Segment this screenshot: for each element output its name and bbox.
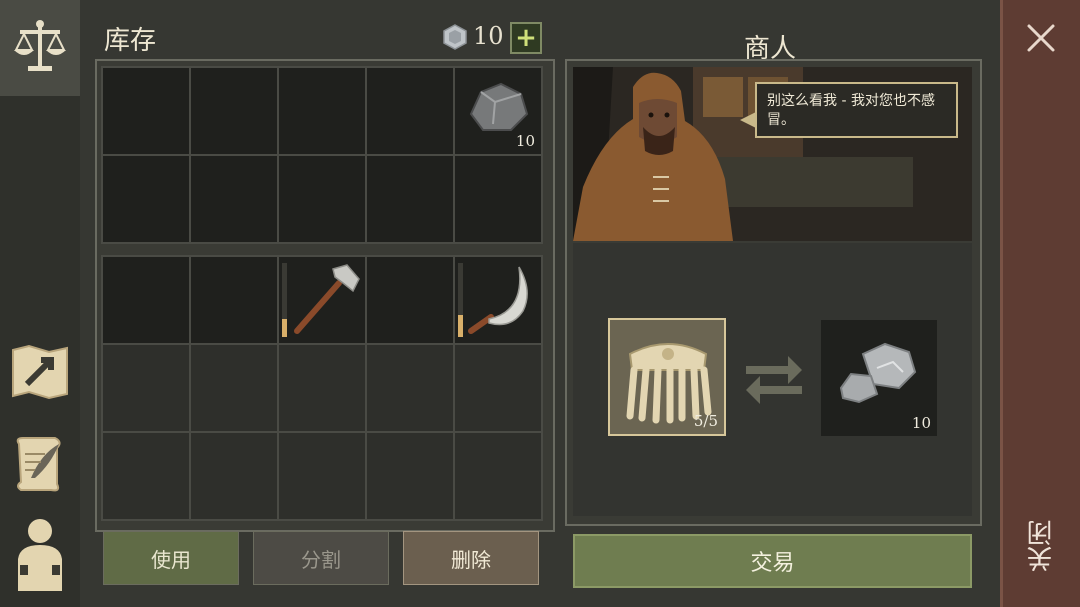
- inventory-slot[interactable]: [103, 257, 189, 343]
- inventory-slot-locked: [191, 345, 277, 431]
- speech-bubble-tail: [740, 112, 756, 128]
- map-icon: [12, 344, 68, 400]
- inventory-slot[interactable]: [455, 156, 541, 242]
- inventory-slot-locked: [367, 433, 453, 519]
- inventory-slot[interactable]: [367, 257, 453, 343]
- sickle-icon: [468, 266, 528, 334]
- inventory-slot-locked: [279, 433, 365, 519]
- inventory-slot[interactable]: [103, 68, 189, 154]
- receive-count: 10: [911, 414, 931, 432]
- close-icon[interactable]: [1025, 22, 1057, 58]
- inventory-slot-locked: [103, 345, 189, 431]
- tab-map[interactable]: [8, 340, 72, 404]
- inventory-slot[interactable]: [279, 156, 365, 242]
- inventory-slot[interactable]: [191, 257, 277, 343]
- inventory-slot[interactable]: [103, 156, 189, 242]
- inventory-slot-stone[interactable]: 10: [455, 68, 541, 154]
- inventory-slot[interactable]: [367, 156, 453, 242]
- inventory-slot-locked: [367, 345, 453, 431]
- inventory-slot-locked: [279, 345, 365, 431]
- tab-character[interactable]: [8, 519, 72, 591]
- currency-value: 10: [473, 22, 504, 50]
- speech-bubble: 别这么看我 - 我对您也不感冒。: [755, 82, 958, 138]
- inventory-slot[interactable]: [367, 68, 453, 154]
- offer-count: 5/5: [693, 412, 718, 430]
- inventory-slot-locked: [191, 433, 277, 519]
- add-currency-button[interactable]: +: [510, 22, 542, 54]
- inventory-slot-locked: [455, 345, 541, 431]
- inventory-grid-bottom: [101, 255, 543, 521]
- inventory-grid-top: 10: [101, 66, 543, 244]
- close-bar[interactable]: 关闭: [1000, 0, 1080, 607]
- tab-quests[interactable]: [8, 432, 72, 496]
- inventory-slot[interactable]: [191, 68, 277, 154]
- trade-button[interactable]: 交易: [573, 534, 972, 588]
- inventory-title: 库存: [104, 26, 157, 56]
- durability-bar: [458, 263, 463, 337]
- silver-coin-icon: [442, 24, 468, 50]
- inventory-slot[interactable]: [279, 68, 365, 154]
- character-icon: [18, 519, 62, 591]
- scroll-quill-icon: [16, 437, 61, 492]
- tab-trade[interactable]: [0, 0, 80, 98]
- split-button[interactable]: 分割: [253, 531, 389, 585]
- silver-ore-icon: [839, 342, 917, 404]
- item-count: 10: [515, 132, 535, 150]
- close-label[interactable]: 关闭: [1027, 520, 1057, 572]
- merchant-speech: 别这么看我 - 我对您也不感冒。: [767, 93, 935, 128]
- scales-icon: [8, 14, 72, 78]
- inventory-slot-axe[interactable]: [279, 257, 365, 343]
- durability-fill: [458, 315, 463, 337]
- use-button[interactable]: 使用: [103, 531, 239, 585]
- offer-slot[interactable]: 5/5: [608, 318, 726, 436]
- left-tab-bar: [0, 0, 82, 607]
- receive-slot[interactable]: 10: [821, 320, 937, 436]
- inventory-slot-locked: [103, 433, 189, 519]
- delete-button[interactable]: 删除: [403, 531, 539, 585]
- inventory-slot[interactable]: [191, 156, 277, 242]
- inventory-slot-locked: [455, 433, 541, 519]
- swap-arrows-icon: [744, 350, 804, 410]
- inventory-slot-sickle[interactable]: [455, 257, 541, 343]
- axe-icon: [294, 264, 360, 334]
- stone-icon: [469, 82, 529, 131]
